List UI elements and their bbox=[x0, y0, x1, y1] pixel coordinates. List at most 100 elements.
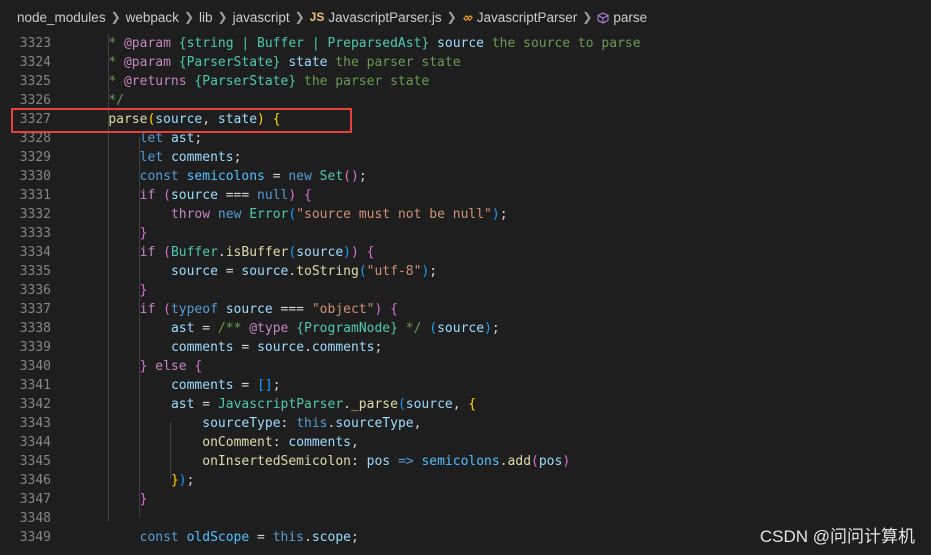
code-line[interactable]: 3347} bbox=[0, 490, 931, 509]
code-token: parse bbox=[108, 112, 148, 127]
code-line[interactable]: 3323 * @param {string | Buffer | Preparse… bbox=[0, 34, 931, 53]
code-token: @param bbox=[123, 36, 171, 51]
line-number: 3346 bbox=[19, 473, 51, 488]
code-token: ; bbox=[272, 378, 281, 393]
code-token: toString bbox=[296, 264, 359, 279]
code-editor[interactable]: 3323 * @param {string | Buffer | Preparse… bbox=[0, 34, 931, 555]
code-line[interactable]: 3346}); bbox=[0, 471, 931, 490]
line-number: 3332 bbox=[19, 207, 51, 222]
code-token: scope bbox=[311, 530, 351, 545]
code-line[interactable]: 3336} bbox=[0, 281, 931, 300]
chevron-right-icon: ❯ bbox=[294, 10, 305, 24]
code-token: ( bbox=[163, 245, 171, 260]
code-line[interactable]: 3345 onInsertedSemicolon: pos => semicolo… bbox=[0, 452, 931, 471]
code-line[interactable]: 3329 let comments; bbox=[0, 148, 931, 167]
code-token: null bbox=[257, 188, 289, 203]
code-token: Error bbox=[249, 207, 289, 222]
code-line[interactable]: 3333} bbox=[0, 224, 931, 243]
code-text: if (typeof source === "object") { bbox=[140, 300, 398, 319]
code-token: . bbox=[304, 340, 312, 355]
code-token: let bbox=[139, 150, 164, 165]
code-token: ) bbox=[343, 245, 351, 260]
line-number: 3329 bbox=[19, 150, 51, 165]
code-line[interactable]: 3340} else { bbox=[0, 357, 931, 376]
line-number: 3339 bbox=[19, 340, 51, 355]
chevron-right-icon: ❯ bbox=[217, 10, 228, 24]
code-line[interactable]: 3324 * @param {ParserState} state the par… bbox=[0, 53, 931, 72]
code-token: the parser state bbox=[296, 74, 430, 89]
breadcrumb-item-javascript[interactable]: javascript bbox=[233, 10, 290, 25]
code-text: if (Buffer.isBuffer(source)) { bbox=[140, 243, 375, 262]
line-number: 3340 bbox=[19, 359, 51, 374]
code-line[interactable]: 3325 * @returns {ParserState} the parser … bbox=[0, 72, 931, 91]
code-token: const bbox=[139, 530, 179, 545]
code-text: * @param {string | Buffer | PreparsedAst… bbox=[108, 34, 640, 53]
javascript-file-icon: JS bbox=[309, 10, 325, 24]
code-text: ast = /** @type {ProgramNode} */ (source… bbox=[171, 319, 500, 338]
code-token: this bbox=[296, 416, 328, 431]
code-line[interactable]: 3343 sourceType: this.sourceType, bbox=[0, 414, 931, 433]
code-token: "source must not be null" bbox=[296, 207, 492, 222]
code-line[interactable]: 3328 let ast; bbox=[0, 129, 931, 148]
code-token: the parser state bbox=[327, 55, 461, 70]
line-number: 3325 bbox=[19, 74, 51, 89]
code-token: @returns bbox=[123, 74, 187, 89]
code-token: : bbox=[280, 416, 297, 431]
code-text: * @returns {ParserState} the parser stat… bbox=[108, 72, 429, 91]
code-token: source bbox=[155, 112, 203, 127]
code-token: comments bbox=[170, 378, 234, 393]
code-token: , bbox=[413, 416, 422, 431]
code-line[interactable]: 3330 const semicolons = new Set(); bbox=[0, 167, 931, 186]
code-token: ( bbox=[163, 188, 171, 203]
breadcrumb-item-class[interactable]: JavascriptParser bbox=[477, 10, 578, 25]
code-line[interactable]: 3339 comments = source.comments; bbox=[0, 338, 931, 357]
code-token: source bbox=[437, 321, 485, 336]
code-line[interactable]: 3341 comments = []; bbox=[0, 376, 931, 395]
code-token: Buffer bbox=[170, 245, 218, 260]
code-token: state bbox=[288, 55, 328, 70]
code-token: ) bbox=[491, 207, 500, 222]
code-token: {string | Buffer | PreparsedAst} bbox=[178, 36, 430, 51]
breadcrumb-item-node-modules[interactable]: node_modules bbox=[17, 10, 106, 25]
code-token: === bbox=[280, 302, 305, 317]
code-line[interactable]: 3335 source = source.toString("utf-8"); bbox=[0, 262, 931, 281]
code-line[interactable]: 3342 ast = JavascriptParser._parse(source… bbox=[0, 395, 931, 414]
code-line[interactable]: 3337 if (typeof source === "object") { bbox=[0, 300, 931, 319]
code-line[interactable]: 3331 if (source === null) { bbox=[0, 186, 931, 205]
code-token: ) bbox=[178, 473, 187, 488]
chevron-right-icon: ❯ bbox=[110, 10, 121, 24]
code-line[interactable]: 3332 throw new Error("source must not be … bbox=[0, 205, 931, 224]
line-number: 3334 bbox=[19, 245, 51, 260]
watermark: CSDN @问问计算机 bbox=[759, 527, 915, 546]
code-token: ast bbox=[170, 397, 195, 412]
breadcrumb-item-webpack[interactable]: webpack bbox=[126, 10, 179, 25]
code-line[interactable]: 3338 ast = /** @type {ProgramNode} */ (so… bbox=[0, 319, 931, 338]
code-line[interactable]: 3326 */ bbox=[0, 91, 931, 110]
code-token: the source to parse bbox=[484, 36, 641, 51]
code-token: */ bbox=[108, 93, 124, 108]
code-line[interactable]: 3334 if (Buffer.isBuffer(source)) { bbox=[0, 243, 931, 262]
breadcrumb-item-method[interactable]: parse bbox=[613, 10, 647, 25]
code-token: ( bbox=[531, 454, 539, 469]
breadcrumb-item-lib[interactable]: lib bbox=[199, 10, 213, 25]
code-token: . bbox=[499, 454, 508, 469]
code-token: oldScope bbox=[186, 530, 250, 545]
line-number: 3338 bbox=[19, 321, 51, 336]
code-text: let comments; bbox=[140, 148, 242, 167]
breadcrumb-item-file[interactable]: JavascriptParser.js bbox=[328, 10, 441, 25]
code-token: ; bbox=[374, 340, 383, 355]
code-token: state bbox=[217, 112, 258, 127]
line-number: 3330 bbox=[19, 169, 51, 184]
code-line[interactable]: 3327 parse(source, state) { bbox=[0, 110, 931, 129]
code-line[interactable]: 3344 onComment: comments, bbox=[0, 433, 931, 452]
